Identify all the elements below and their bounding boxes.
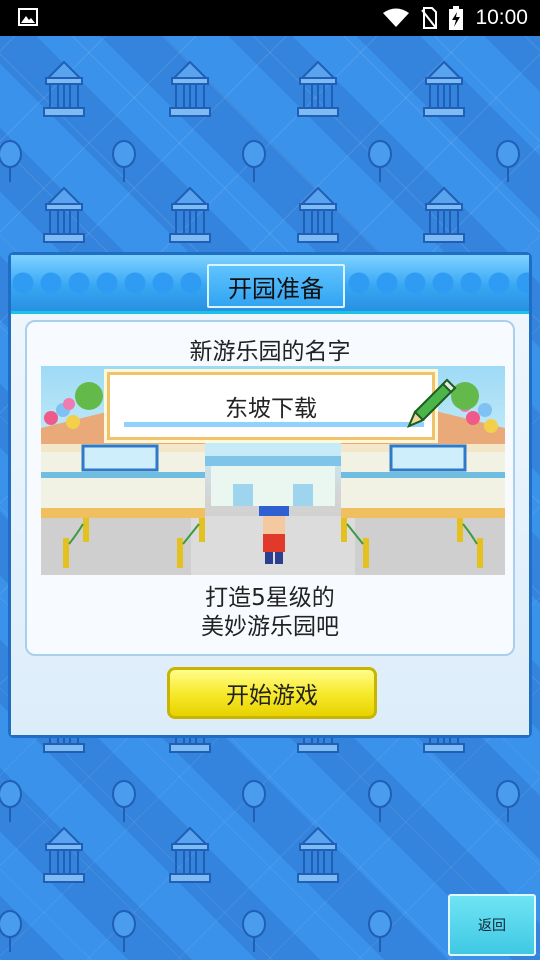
park-name-label: 新游乐园的名字 <box>189 339 351 365</box>
balloon-icon <box>0 140 24 188</box>
carousel-icon <box>294 186 342 250</box>
dialog-title: 开园准备 <box>207 264 345 308</box>
park-info-card: 新游乐园的名字 东坡下载 打造5星级的 美妙游乐园吧 <box>25 320 515 656</box>
clock: 10:00 <box>475 6 528 29</box>
name-field-underline <box>124 422 424 427</box>
balloon-icon <box>240 140 268 188</box>
carousel-icon <box>294 826 342 890</box>
balloon-icon <box>110 780 138 828</box>
wifi-icon <box>383 8 410 27</box>
carousel-icon <box>294 60 342 124</box>
balloon-icon <box>240 780 268 828</box>
carousel-icon <box>166 186 214 250</box>
tagline-line-1: 打造5星级的 <box>205 585 335 611</box>
carousel-icon <box>420 186 468 250</box>
park-entrance-illustration: 东坡下载 <box>41 366 505 575</box>
balloon-icon <box>366 140 394 188</box>
balloon-icon <box>0 780 24 828</box>
status-bar: 10:00 <box>0 0 540 36</box>
dialog-body: 新游乐园的名字 东坡下载 打造5星级的 美妙游乐园吧 开始游戏 <box>11 314 529 735</box>
park-name-field[interactable]: 东坡下载 <box>107 372 435 440</box>
carousel-icon <box>40 826 88 890</box>
dialog-header: 开园准备 <box>11 255 529 314</box>
balloon-icon <box>240 910 268 958</box>
balloon-icon <box>110 910 138 958</box>
balloon-icon <box>366 910 394 958</box>
carousel-icon <box>166 826 214 890</box>
back-button[interactable]: 返回 <box>448 894 536 956</box>
balloon-icon <box>110 140 138 188</box>
carousel-icon <box>420 60 468 124</box>
park-setup-dialog: 开园准备 新游乐园的名字 东坡下载 打造5星级的 美妙游乐园吧 开始游戏 <box>8 252 532 738</box>
tagline: 打造5星级的 美妙游乐园吧 <box>27 584 513 642</box>
battery-charging-icon <box>449 6 464 30</box>
balloon-icon <box>0 910 24 958</box>
balloon-icon <box>494 780 522 828</box>
park-name-value: 东坡下载 <box>225 396 317 422</box>
carousel-icon <box>40 60 88 124</box>
balloon-icon <box>366 780 394 828</box>
start-game-button[interactable]: 开始游戏 <box>167 667 377 719</box>
tagline-line-2: 美妙游乐园吧 <box>201 614 339 640</box>
image-icon <box>18 8 38 26</box>
carousel-icon <box>40 186 88 250</box>
no-sim-icon <box>421 7 438 29</box>
pencil-icon[interactable] <box>403 374 459 432</box>
balloon-icon <box>494 140 522 188</box>
carousel-icon <box>166 60 214 124</box>
